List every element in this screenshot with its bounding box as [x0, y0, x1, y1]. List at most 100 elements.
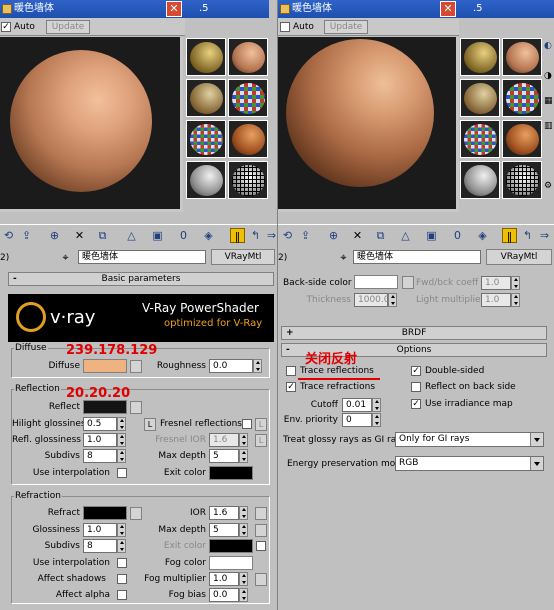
- light-multiplier-field[interactable]: 1.0: [481, 293, 511, 307]
- update-button[interactable]: Update: [324, 20, 368, 34]
- material-effects-icon[interactable]: 0: [450, 228, 465, 243]
- thickness-field[interactable]: 1000.0: [354, 293, 390, 307]
- fresnel-ior-field[interactable]: 1.6: [209, 433, 239, 447]
- reflect-back-side-checkbox[interactable]: [411, 382, 421, 392]
- ior-spinner[interactable]: [239, 506, 248, 520]
- close-button[interactable]: ✕: [166, 1, 182, 17]
- fresnel-ior-spinner[interactable]: [239, 433, 248, 447]
- sample-slot[interactable]: [186, 120, 226, 158]
- reflect-map-button[interactable]: [130, 401, 142, 414]
- auto-checkbox[interactable]: ✓: [1, 22, 11, 32]
- reflect-color-swatch[interactable]: [83, 400, 127, 414]
- material-type-button[interactable]: VRayMtl: [486, 249, 552, 265]
- reflection-subdivs-spinner[interactable]: [117, 449, 126, 463]
- sample-slot[interactable]: [228, 38, 268, 76]
- options-icon[interactable]: ⚙: [544, 180, 552, 192]
- refraction-glossiness-field[interactable]: 1.0: [83, 523, 117, 537]
- material-type-button[interactable]: VRayMtl: [211, 249, 275, 265]
- refract-color-swatch[interactable]: [83, 506, 127, 520]
- refraction-max-depth-spinner[interactable]: [239, 523, 248, 537]
- refl-glossiness-field[interactable]: 1.0: [83, 433, 117, 447]
- trace-refractions-checkbox[interactable]: ✓: [286, 382, 296, 392]
- brdf-rollout[interactable]: + BRDF: [281, 326, 547, 340]
- fresnel-ior-lock-button[interactable]: L: [255, 434, 267, 447]
- put-library-icon[interactable]: ▣: [424, 228, 439, 243]
- refl-glossiness-spinner[interactable]: [117, 433, 126, 447]
- trace-reflections-checkbox[interactable]: [286, 366, 296, 376]
- refraction-interpolation-checkbox[interactable]: [117, 558, 127, 568]
- put-to-scene-icon[interactable]: ⇪: [19, 228, 34, 243]
- sample-slot[interactable]: [460, 161, 500, 199]
- make-unique-icon[interactable]: △: [124, 228, 139, 243]
- fog-multiplier-map-button[interactable]: [255, 573, 267, 586]
- light-multiplier-spinner[interactable]: [511, 293, 520, 307]
- ior-field[interactable]: 1.6: [209, 506, 239, 520]
- show-end-result-icon[interactable]: ‖: [230, 228, 245, 243]
- sample-slot[interactable]: [460, 120, 500, 158]
- sample-slot[interactable]: [186, 161, 226, 199]
- basic-parameters-rollout[interactable]: - Basic parameters: [8, 272, 274, 286]
- get-material-icon[interactable]: ⟲: [1, 228, 16, 243]
- sample-slot[interactable]: [460, 38, 500, 76]
- show-end-result-icon[interactable]: ‖: [502, 228, 517, 243]
- put-library-icon[interactable]: ▣: [150, 228, 165, 243]
- fwd-bck-coeff-field[interactable]: 1.0: [481, 276, 511, 290]
- hilight-glossiness-spinner[interactable]: [117, 417, 126, 431]
- diffuse-color-swatch[interactable]: [83, 359, 127, 373]
- left-popup-titlebar[interactable]: 暖色墙体: [0, 0, 185, 18]
- sample-slot[interactable]: [502, 161, 542, 199]
- sample-slot[interactable]: [502, 79, 542, 117]
- assign-material-icon[interactable]: ⊕: [47, 228, 62, 243]
- sample-slot[interactable]: [502, 120, 542, 158]
- uv-tiling-icon[interactable]: ▥: [544, 120, 553, 132]
- refraction-exit-color-swatch[interactable]: [209, 539, 253, 553]
- refract-map-button[interactable]: [130, 507, 142, 520]
- reflection-subdivs-field[interactable]: 8: [83, 449, 117, 463]
- cutoff-spinner[interactable]: [372, 398, 381, 412]
- back-side-map-button[interactable]: [402, 276, 414, 289]
- copy-material-icon[interactable]: ⧉: [95, 228, 110, 243]
- pick-material-icon[interactable]: ⌖: [58, 250, 73, 265]
- assign-material-icon[interactable]: ⊕: [326, 228, 341, 243]
- fresnel-lock-button[interactable]: L: [255, 418, 267, 431]
- reset-map-icon[interactable]: ✕: [72, 228, 87, 243]
- double-sided-checkbox[interactable]: ✓: [411, 366, 421, 376]
- fog-color-swatch[interactable]: [209, 556, 253, 570]
- refraction-glossiness-spinner[interactable]: [117, 523, 126, 537]
- material-name-field[interactable]: 暖色墙体: [353, 250, 481, 264]
- sample-slot[interactable]: [186, 79, 226, 117]
- back-side-color-swatch[interactable]: [354, 275, 398, 289]
- fwd-bck-coeff-spinner[interactable]: [511, 276, 520, 290]
- sample-slot[interactable]: [228, 79, 268, 117]
- pick-material-icon[interactable]: ⌖: [336, 250, 351, 265]
- thickness-spinner[interactable]: [388, 293, 397, 307]
- sample-slot[interactable]: [502, 38, 542, 76]
- sample-slot[interactable]: [228, 120, 268, 158]
- make-unique-icon[interactable]: △: [398, 228, 413, 243]
- refraction-max-depth-field[interactable]: 5: [209, 523, 239, 537]
- right-popup-titlebar[interactable]: 暖色墙体: [278, 0, 459, 18]
- reflection-max-depth-field[interactable]: 5: [209, 449, 239, 463]
- refraction-subdivs-field[interactable]: 8: [83, 539, 117, 553]
- get-material-icon[interactable]: ⟲: [280, 228, 295, 243]
- roughness-spinner[interactable]: [253, 359, 262, 373]
- energy-preservation-dropdown[interactable]: RGB: [395, 456, 544, 471]
- ior-map-button[interactable]: [255, 507, 267, 520]
- reflection-exit-color-swatch[interactable]: [209, 466, 253, 480]
- hilight-lock-button[interactable]: L: [144, 418, 156, 431]
- material-name-field[interactable]: 暖色墙体: [78, 250, 206, 264]
- update-button[interactable]: Update: [46, 20, 90, 34]
- copy-material-icon[interactable]: ⧉: [373, 228, 388, 243]
- glossy-gi-dropdown[interactable]: Only for GI rays: [395, 432, 544, 447]
- cutoff-field[interactable]: 0.01: [342, 398, 372, 412]
- env-priority-field[interactable]: 0: [342, 413, 372, 427]
- close-button[interactable]: ✕: [440, 1, 456, 17]
- show-map-icon[interactable]: ◈: [475, 228, 490, 243]
- fresnel-reflections-checkbox[interactable]: [242, 419, 252, 429]
- affect-shadows-checkbox[interactable]: [117, 574, 127, 584]
- auto-checkbox[interactable]: [280, 22, 290, 32]
- background-icon[interactable]: ▦: [544, 95, 553, 107]
- affect-alpha-checkbox[interactable]: [117, 590, 127, 600]
- go-to-parent-icon[interactable]: ↰: [248, 228, 263, 243]
- backlight-icon[interactable]: ◑: [544, 70, 552, 82]
